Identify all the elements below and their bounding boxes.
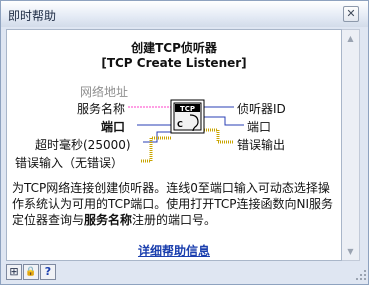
timeout-label: 超时毫秒(25000) — [35, 138, 131, 152]
vertical-scrollbar[interactable]: ▲ ▼ — [342, 29, 360, 261]
port-output-label: 端口 — [247, 120, 272, 134]
window-title: 即时帮助 — [8, 9, 57, 23]
error-out-label: 错误输出 — [237, 138, 286, 152]
net-address-label: 网络地址 — [80, 85, 129, 99]
icon-corner-label: C — [177, 120, 183, 129]
scroll-down-arrow-icon[interactable]: ▼ — [343, 244, 358, 259]
title-bar[interactable]: 即时帮助 ✕ — [1, 1, 368, 27]
function-description: 为TCP网络连接创建侦听器。连线0至端口输入可动态选择操作系统认为可用的TCP端… — [12, 180, 338, 228]
error-in-wire — [141, 136, 171, 163]
description-text-2: 注册的端口号。 — [132, 213, 217, 227]
show-optional-terminals-icon[interactable]: ⊞ — [6, 264, 22, 280]
listener-id-label: 侦听器ID — [237, 102, 286, 116]
help-icon[interactable]: ? — [40, 264, 56, 280]
error-in-label: 错误输入（无错误） — [15, 156, 124, 170]
bottom-toolbar: ⊞ 🔒 ? — [6, 264, 66, 282]
tcp-icon-label: TCP — [180, 105, 195, 113]
service-name-label: 服务名称 — [77, 102, 126, 116]
port-input-label: 端口 — [101, 120, 126, 134]
help-content-panel: 创建TCP侦听器 [TCP Create Listener] TCP C 网络地… — [6, 29, 342, 261]
lock-icon[interactable]: 🔒 — [23, 264, 39, 280]
close-button[interactable]: ✕ — [343, 6, 359, 22]
detailed-help-link[interactable]: 详细帮助信息 — [7, 242, 341, 259]
error-out-wire — [204, 128, 234, 144]
scroll-up-arrow-icon[interactable]: ▲ — [343, 31, 358, 46]
context-help-window: 即时帮助 ✕ 创建TCP侦听器 [TCP Create Listener] TC… — [0, 0, 369, 285]
description-bold-term: 服务名称 — [84, 213, 133, 227]
resize-grip-icon[interactable] — [355, 269, 367, 281]
port-output-wire — [204, 116, 244, 126]
